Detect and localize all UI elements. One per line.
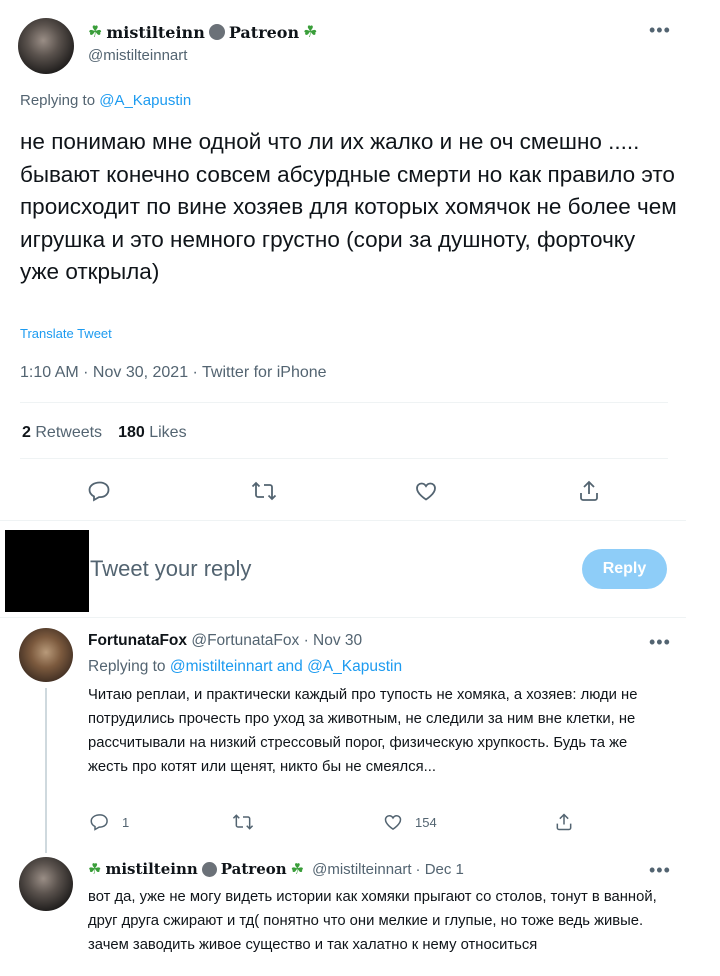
reply-icon[interactable]: 1 xyxy=(90,812,129,832)
author-avatar[interactable] xyxy=(18,18,74,74)
reply1-header: FortunataFox @FortunataFox · Nov 30 xyxy=(88,632,362,650)
like-icon[interactable] xyxy=(414,479,438,503)
divider xyxy=(0,520,686,521)
likes-count: 180 xyxy=(118,424,145,441)
replying-to-link[interactable]: @A_Kapustin xyxy=(99,92,191,109)
patreon-label: Patreon xyxy=(220,860,287,878)
reply2-date[interactable]: · Dec 1 xyxy=(416,861,464,878)
likes-label: Likes xyxy=(149,424,187,441)
reply-icon[interactable] xyxy=(88,479,112,503)
share-icon[interactable] xyxy=(554,812,574,832)
author-name: mistilteinn xyxy=(106,22,205,42)
moon-icon xyxy=(201,861,217,877)
tweet-text: не понимаю мне одной что ли их жалко и н… xyxy=(20,129,677,284)
clover-icon: ☘ xyxy=(290,861,305,878)
reply2-header: ☘ mistilteinn Patreon ☘ @mistilteinnart … xyxy=(88,860,464,878)
retweets-stat[interactable]: 2 Retweets xyxy=(22,424,102,442)
author-avatar[interactable] xyxy=(19,857,73,911)
reply2-author-name[interactable]: mistilteinn xyxy=(105,860,197,878)
likes-stat[interactable]: 180 Likes xyxy=(118,424,187,442)
replying-label: Replying to xyxy=(88,658,166,675)
retweets-count: 2 xyxy=(22,424,31,441)
reply-button-label: Reply xyxy=(602,560,647,577)
patreon-label: Patreon xyxy=(228,22,300,42)
divider xyxy=(0,617,686,618)
reply1-handle[interactable]: @FortunataFox xyxy=(191,632,299,649)
translate-tweet-link[interactable]: Translate Tweet xyxy=(20,326,112,341)
replying-to-links[interactable]: @mistilteinnart and @A_Kapustin xyxy=(170,658,402,675)
divider xyxy=(20,402,668,403)
divider xyxy=(20,458,668,459)
replying-label: Replying to xyxy=(20,92,96,109)
replying-to: Replying to @A_Kapustin xyxy=(20,92,191,109)
reply-button[interactable]: Reply xyxy=(582,549,667,589)
reply2-handle[interactable]: @mistilteinnart xyxy=(312,861,411,878)
reply-input[interactable]: Tweet your reply xyxy=(90,556,251,582)
like-count: 154 xyxy=(415,814,437,830)
thread-line xyxy=(45,688,47,853)
reply1-author-name[interactable]: FortunataFox xyxy=(88,632,187,649)
more-options-icon[interactable]: ••• xyxy=(649,632,671,653)
reply-count: 1 xyxy=(122,814,130,830)
retweet-icon[interactable] xyxy=(232,812,254,832)
reply1-text: Читаю реплаи, и практически каждый про т… xyxy=(88,687,638,775)
reply2-text: вот да, уже не могу видеть истории как х… xyxy=(88,889,657,953)
fortunatafox-avatar[interactable] xyxy=(19,628,73,682)
like-icon[interactable]: 154 xyxy=(383,812,437,832)
tweet-timestamp[interactable]: 1:10 AM · Nov 30, 2021 · Twitter for iPh… xyxy=(20,364,327,382)
retweets-label: Retweets xyxy=(35,424,103,441)
clover-icon: ☘ xyxy=(303,24,318,41)
reply1-date[interactable]: · Nov 30 xyxy=(304,632,363,649)
more-options-icon[interactable]: ••• xyxy=(649,860,671,881)
clover-icon: ☘ xyxy=(88,24,103,41)
moon-icon xyxy=(208,24,225,40)
more-options-icon[interactable]: ••• xyxy=(649,20,671,41)
reply1-replying-to: Replying to @mistilteinnart and @A_Kapus… xyxy=(88,658,402,676)
retweet-icon[interactable] xyxy=(251,479,277,503)
clover-icon: ☘ xyxy=(88,861,102,878)
author-handle[interactable]: @mistilteinnart xyxy=(88,47,187,64)
share-icon[interactable] xyxy=(577,479,601,503)
author-name-row[interactable]: ☘ mistilteinn Patreon ☘ xyxy=(88,21,317,43)
engagement-stats: 2 Retweets 180 Likes xyxy=(22,424,187,442)
own-avatar-redacted xyxy=(5,530,89,612)
